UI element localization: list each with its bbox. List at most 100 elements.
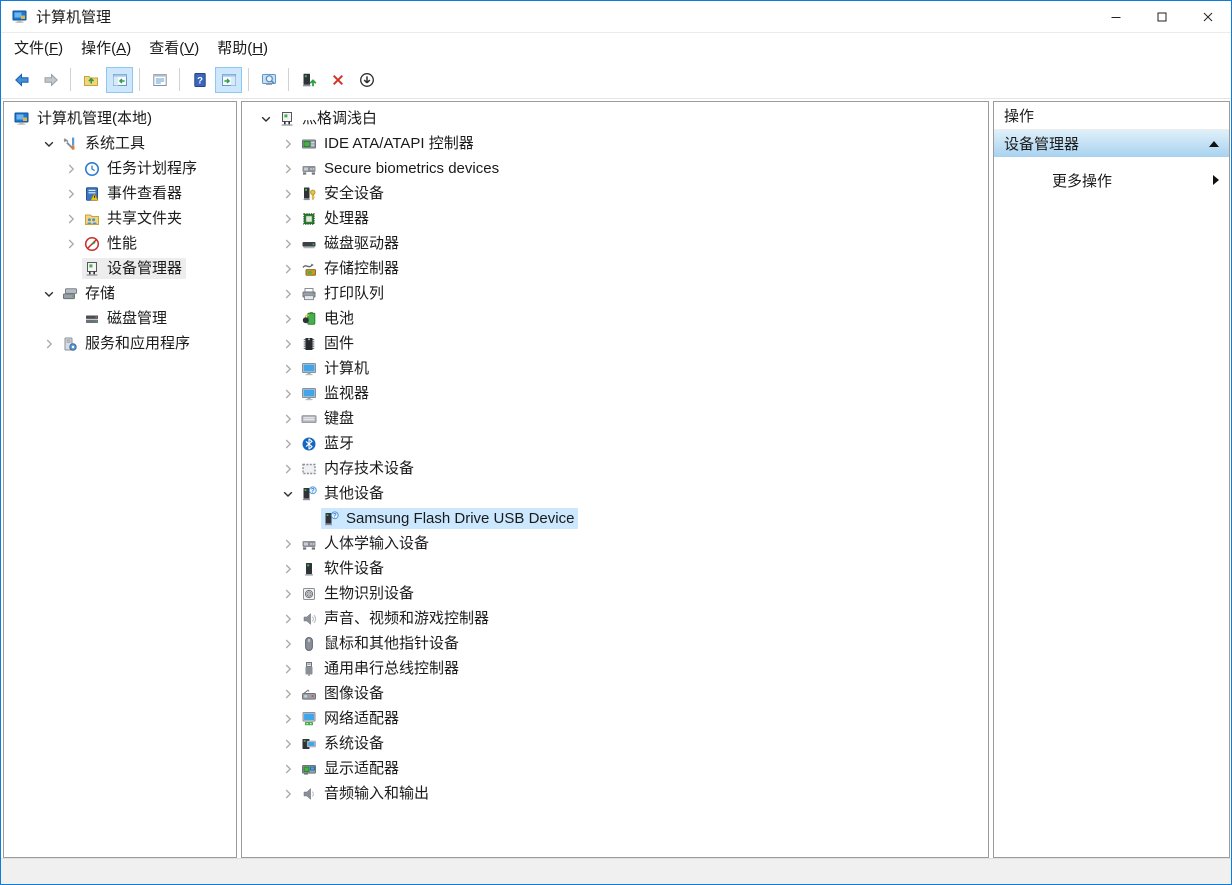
chevron-collapsed-icon[interactable] bbox=[277, 761, 299, 777]
chevron-collapsed-icon[interactable] bbox=[277, 186, 299, 202]
tree-item[interactable]: 存储控制器 bbox=[242, 256, 988, 281]
tree-item-content[interactable]: 任务计划程序 bbox=[82, 158, 201, 179]
more-actions-item[interactable]: 更多操作 bbox=[994, 167, 1229, 193]
tree-item-content[interactable]: 磁盘管理 bbox=[82, 308, 171, 329]
maximize-button[interactable] bbox=[1139, 1, 1185, 32]
tree-item[interactable]: ? Samsung Flash Drive USB Device bbox=[242, 506, 988, 531]
tree-item-content[interactable]: 音频输入和输出 bbox=[299, 783, 433, 804]
tree-item[interactable]: 任务计划程序 bbox=[4, 156, 236, 181]
tree-item-content[interactable]: 生物识别设备 bbox=[299, 583, 418, 604]
tree-item[interactable]: 系统设备 bbox=[242, 731, 988, 756]
chevron-expanded-icon[interactable] bbox=[38, 136, 60, 152]
chevron-collapsed-icon[interactable] bbox=[277, 636, 299, 652]
tree-item-content[interactable]: 系统工具 bbox=[60, 133, 149, 154]
tree-item[interactable]: 键盘 bbox=[242, 406, 988, 431]
chevron-collapsed-icon[interactable] bbox=[277, 586, 299, 602]
chevron-collapsed-icon[interactable] bbox=[277, 611, 299, 627]
tree-item-content[interactable]: 处理器 bbox=[299, 208, 373, 229]
help-button[interactable]: ? bbox=[186, 67, 213, 93]
tree-item[interactable]: 共享文件夹 bbox=[4, 206, 236, 231]
chevron-collapsed-icon[interactable] bbox=[277, 286, 299, 302]
tree-item-content[interactable]: 性能 bbox=[82, 233, 141, 254]
tree-item[interactable]: 电池 bbox=[242, 306, 988, 331]
tree-item[interactable]: 存储 bbox=[4, 281, 236, 306]
chevron-collapsed-icon[interactable] bbox=[60, 236, 82, 252]
tree-item[interactable]: 磁盘驱动器 bbox=[242, 231, 988, 256]
chevron-collapsed-icon[interactable] bbox=[277, 436, 299, 452]
tree-item-content[interactable]: 显示适配器 bbox=[299, 758, 403, 779]
tree-item-content[interactable]: 电池 bbox=[299, 308, 358, 329]
tree-item[interactable]: 音频输入和输出 bbox=[242, 781, 988, 806]
tree-item-content[interactable]: IDE ATA/ATAPI 控制器 bbox=[299, 133, 478, 154]
tree-item-content[interactable]: 计算机 bbox=[299, 358, 373, 379]
tree-item[interactable]: ? 其他设备 bbox=[242, 481, 988, 506]
chevron-collapsed-icon[interactable] bbox=[60, 161, 82, 177]
chevron-collapsed-icon[interactable] bbox=[277, 786, 299, 802]
chevron-collapsed-icon[interactable] bbox=[277, 136, 299, 152]
chevron-expanded-icon[interactable] bbox=[255, 111, 277, 127]
tree-item-content[interactable]: 蓝牙 bbox=[299, 433, 358, 454]
tree-item-content[interactable]: 打印队列 bbox=[299, 283, 388, 304]
tree-item[interactable]: 软件设备 bbox=[242, 556, 988, 581]
chevron-collapsed-icon[interactable] bbox=[60, 186, 82, 202]
tree-item[interactable]: 网络适配器 bbox=[242, 706, 988, 731]
back-button[interactable] bbox=[8, 67, 35, 93]
scan-for-hardware-changes-button[interactable] bbox=[255, 67, 282, 93]
tree-item-content[interactable]: ? Samsung Flash Drive USB Device bbox=[321, 508, 579, 529]
tree-item-content[interactable]: 键盘 bbox=[299, 408, 358, 429]
minimize-button[interactable] bbox=[1093, 1, 1139, 32]
tree-item-content[interactable]: 人体学输入设备 bbox=[299, 533, 433, 554]
tree-item-content[interactable]: 计算机管理(本地) bbox=[12, 108, 156, 129]
tree-item-content[interactable]: 共享文件夹 bbox=[82, 208, 186, 229]
tree-item[interactable]: 计算机 bbox=[242, 356, 988, 381]
tree-item-content[interactable]: 磁盘驱动器 bbox=[299, 233, 403, 254]
chevron-collapsed-icon[interactable] bbox=[277, 261, 299, 277]
chevron-collapsed-icon[interactable] bbox=[277, 461, 299, 477]
chevron-collapsed-icon[interactable] bbox=[277, 361, 299, 377]
chevron-collapsed-icon[interactable] bbox=[60, 211, 82, 227]
collapse-section-icon[interactable] bbox=[1209, 140, 1219, 147]
tree-item-content[interactable]: 固件 bbox=[299, 333, 358, 354]
tree-item[interactable]: 打印队列 bbox=[242, 281, 988, 306]
tree-item[interactable]: Secure biometrics devices bbox=[242, 156, 988, 181]
chevron-collapsed-icon[interactable] bbox=[38, 336, 60, 352]
chevron-collapsed-icon[interactable] bbox=[277, 736, 299, 752]
chevron-collapsed-icon[interactable] bbox=[277, 711, 299, 727]
tree-item-content[interactable]: 存储 bbox=[60, 283, 119, 304]
tree-item-content[interactable]: 安全设备 bbox=[299, 183, 388, 204]
chevron-collapsed-icon[interactable] bbox=[277, 386, 299, 402]
action-pane-section-device-manager[interactable]: 设备管理器 bbox=[994, 130, 1229, 157]
tree-item-content[interactable]: 鼠标和其他指针设备 bbox=[299, 633, 463, 654]
chevron-expanded-icon[interactable] bbox=[277, 486, 299, 502]
tree-item[interactable]: 事件查看器 bbox=[4, 181, 236, 206]
tree-item[interactable]: 鼠标和其他指针设备 bbox=[242, 631, 988, 656]
show-hide-console-tree-button[interactable] bbox=[106, 66, 133, 93]
properties-button[interactable] bbox=[146, 67, 173, 93]
tree-item-content[interactable]: 软件设备 bbox=[299, 558, 388, 579]
up-one-level-button[interactable] bbox=[77, 67, 104, 93]
tree-item[interactable]: 声音、视频和游戏控制器 bbox=[242, 606, 988, 631]
chevron-collapsed-icon[interactable] bbox=[277, 536, 299, 552]
forward-button[interactable] bbox=[37, 67, 64, 93]
menu-h[interactable]: 帮助(H) bbox=[208, 34, 277, 61]
menu-a[interactable]: 操作(A) bbox=[72, 34, 140, 61]
tree-item[interactable]: 图像设备 bbox=[242, 681, 988, 706]
tree-item-content[interactable]: 事件查看器 bbox=[82, 183, 186, 204]
tree-item[interactable]: 显示适配器 bbox=[242, 756, 988, 781]
tree-item[interactable]: 人体学输入设备 bbox=[242, 531, 988, 556]
menu-v[interactable]: 查看(V) bbox=[140, 34, 208, 61]
tree-item[interactable]: 计算机管理(本地) bbox=[4, 106, 236, 131]
chevron-collapsed-icon[interactable] bbox=[277, 661, 299, 677]
tree-item-content[interactable]: 内存技术设备 bbox=[299, 458, 418, 479]
chevron-collapsed-icon[interactable] bbox=[277, 311, 299, 327]
tree-item-content[interactable]: ? 其他设备 bbox=[299, 483, 388, 504]
tree-item-content[interactable]: 设备管理器 bbox=[82, 258, 187, 279]
tree-item[interactable]: IDE ATA/ATAPI 控制器 bbox=[242, 131, 988, 156]
tree-item[interactable]: 监视器 bbox=[242, 381, 988, 406]
chevron-collapsed-icon[interactable] bbox=[277, 411, 299, 427]
tree-item[interactable]: 磁盘管理 bbox=[4, 306, 236, 331]
chevron-collapsed-icon[interactable] bbox=[277, 236, 299, 252]
tree-item-content[interactable]: 网络适配器 bbox=[299, 708, 403, 729]
chevron-expanded-icon[interactable] bbox=[38, 286, 60, 302]
close-button[interactable] bbox=[1185, 1, 1231, 32]
